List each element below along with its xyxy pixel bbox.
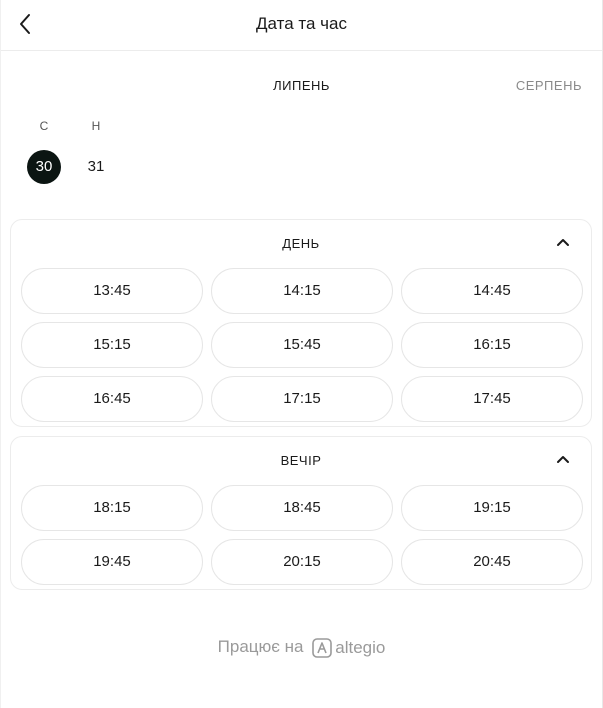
month-switcher: ЛИПЕНЬ СЕРПЕНЬ xyxy=(1,78,602,96)
day-weekday: Н xyxy=(91,119,101,133)
chevron-up-icon[interactable] xyxy=(555,451,571,467)
page-title: Дата та час xyxy=(256,14,347,33)
day-column: Н 31 xyxy=(75,118,117,184)
chevron-up-icon[interactable] xyxy=(555,234,571,250)
altegio-logo-icon xyxy=(312,637,333,658)
time-slot[interactable]: 16:45 xyxy=(21,376,203,422)
time-slot[interactable]: 13:45 xyxy=(21,268,203,314)
time-slot[interactable]: 16:15 xyxy=(401,322,583,368)
section-header: ВЕЧІР xyxy=(11,437,591,481)
time-slot[interactable]: 20:15 xyxy=(211,539,393,585)
time-slot[interactable]: 18:15 xyxy=(21,485,203,531)
day-31[interactable]: 31 xyxy=(79,150,113,184)
day-30-selected[interactable]: 30 xyxy=(27,150,61,184)
section-evening: ВЕЧІР 18:15 18:45 19:15 19:45 20:15 20:4… xyxy=(10,436,592,590)
time-slot[interactable]: 17:15 xyxy=(211,376,393,422)
time-slot[interactable]: 18:45 xyxy=(211,485,393,531)
day-weekday: С xyxy=(39,119,49,133)
header: Дата та час xyxy=(1,0,602,51)
time-slot[interactable]: 15:15 xyxy=(21,322,203,368)
date-time-page: Дата та час ЛИПЕНЬ СЕРПЕНЬ С 30 Н 31 ДЕН… xyxy=(0,0,603,708)
time-slot[interactable]: 15:45 xyxy=(211,322,393,368)
powered-by-label: Працює на xyxy=(217,637,304,656)
section-header: ДЕНЬ xyxy=(11,220,591,264)
time-slot[interactable]: 17:45 xyxy=(401,376,583,422)
time-slot[interactable]: 19:15 xyxy=(401,485,583,531)
time-slot[interactable]: 20:45 xyxy=(401,539,583,585)
time-slot[interactable]: 14:45 xyxy=(401,268,583,314)
section-title: ВЕЧІР xyxy=(280,453,322,468)
time-slot[interactable]: 19:45 xyxy=(21,539,203,585)
section-day: ДЕНЬ 13:45 14:15 14:45 15:15 15:45 16:15… xyxy=(10,219,592,427)
brand-link[interactable]: altegio xyxy=(312,638,385,658)
month-next[interactable]: СЕРПЕНЬ xyxy=(516,78,582,93)
day-column: С 30 xyxy=(23,118,65,184)
time-slot[interactable]: 14:15 xyxy=(211,268,393,314)
brand-name: altegio xyxy=(335,637,386,657)
month-current: ЛИПЕНЬ xyxy=(273,78,330,93)
powered-by-footer: Працює на altegio xyxy=(1,637,602,658)
section-title: ДЕНЬ xyxy=(282,236,320,251)
